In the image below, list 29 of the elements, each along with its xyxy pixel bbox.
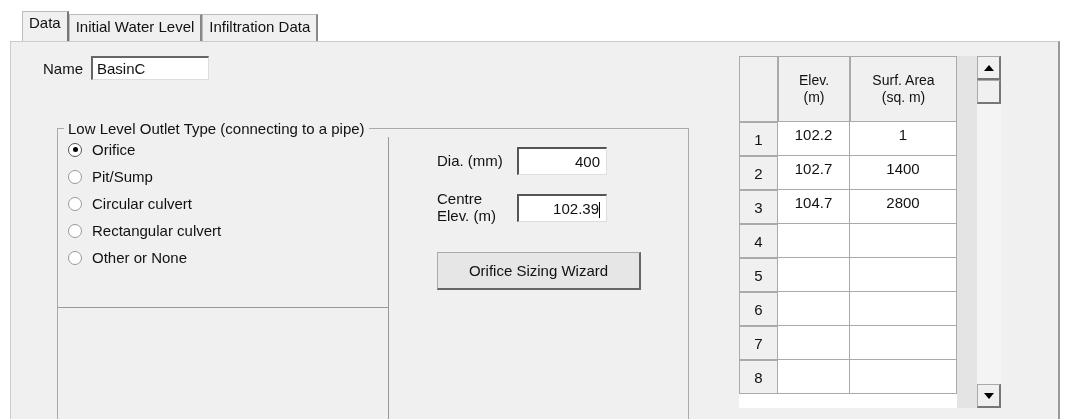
wizard-button[interactable]: Orifice Sizing Wizard: [437, 252, 641, 290]
name-field[interactable]: BasinC: [91, 56, 209, 80]
row-number: 5: [739, 258, 778, 292]
name-label: Name: [43, 59, 83, 77]
radio-option[interactable]: Pit/Sump: [68, 168, 153, 185]
group-title: Low Level Outlet Type (connecting to a pipe): [67, 120, 366, 137]
field-label: Dia. (mm): [437, 152, 504, 170]
radio-option[interactable]: Orifice: [68, 141, 136, 158]
row-number: 3: [739, 190, 778, 224]
row-number: 1: [739, 122, 778, 156]
radio-option[interactable]: Rectangular culvert: [68, 222, 222, 239]
column-header: Surf. Area (sq. m): [850, 56, 957, 122]
row-number: 4: [739, 224, 778, 258]
column-header: Elev. (m): [778, 56, 850, 122]
table-cell[interactable]: 102.2: [778, 122, 850, 156]
row-number: 2: [739, 156, 778, 190]
table-cell[interactable]: 102.7: [778, 156, 850, 190]
input-field[interactable]: 400: [517, 147, 607, 175]
row-number: 8: [739, 360, 778, 394]
input-field[interactable]: 102.39: [517, 193, 607, 222]
row-number: 6: [739, 292, 778, 326]
tab[interactable]: Initial Water Level: [68, 14, 203, 41]
table-cell[interactable]: 104.7: [778, 190, 850, 224]
tab[interactable]: Data: [22, 11, 69, 41]
tab[interactable]: Infiltration Data: [202, 14, 319, 41]
radio-option[interactable]: Other or None: [68, 249, 188, 266]
field-label: Centre Elev. (m): [437, 191, 497, 224]
row-number: 7: [739, 326, 778, 360]
radio-option[interactable]: Circular culvert: [68, 195, 193, 212]
